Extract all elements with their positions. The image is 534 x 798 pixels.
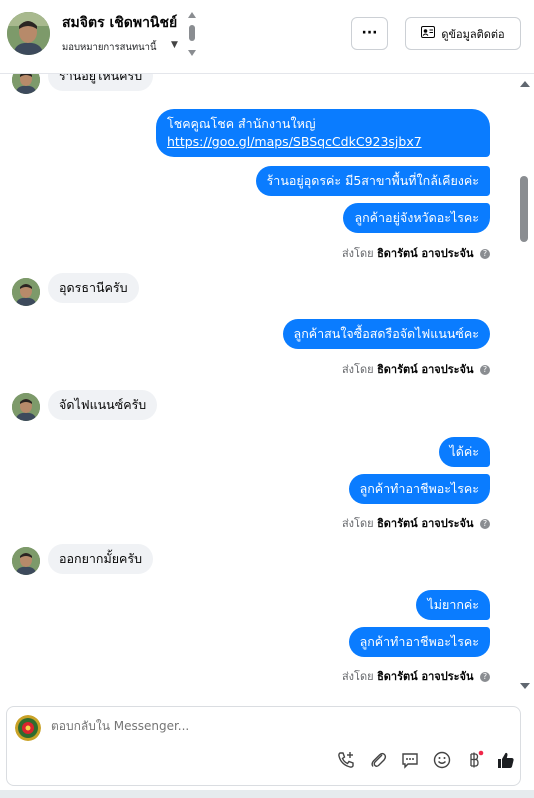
scroll-up-icon[interactable] (188, 12, 196, 18)
outgoing-message[interactable]: ลูกค้าทำอาชีพอะไรคะ (348, 627, 490, 657)
header-scrollbar[interactable] (188, 10, 198, 58)
composer-toolbar (327, 747, 517, 773)
customer-name[interactable]: สมจิตร เชิดพานิชย์ (62, 12, 177, 34)
outgoing-message[interactable]: ไม่ยากค่ะ (416, 590, 490, 620)
message-text: โชคคูณโชค สำนักงานใหญ่ (167, 116, 316, 131)
sent-by-agent: ธิดารัตน์ อาจประจัน (377, 247, 474, 260)
sent-by-label: ส่งโดย ธิดารัตน์ อาจประจัน ? (342, 514, 490, 532)
page-avatar (15, 715, 41, 741)
customer-avatar-small (12, 74, 40, 94)
baht-icon[interactable] (461, 747, 487, 773)
sent-by-label: ส่งโดย ธิดารัตน์ อาจประจัน ? (342, 244, 490, 262)
sent-by-prefix: ส่งโดย (341, 247, 374, 260)
like-icon[interactable] (493, 747, 519, 773)
info-icon[interactable]: ? (480, 365, 490, 375)
scroll-down-icon[interactable] (520, 683, 530, 689)
outgoing-message[interactable]: ลูกค้าสนใจซื้อสดรือจัดไฟแนนซ์คะ (282, 319, 490, 349)
scroll-up-icon[interactable] (520, 81, 530, 87)
incoming-message[interactable]: อุดรธานีครับ (48, 273, 139, 303)
map-link[interactable]: https://goo.gl/maps/SBSqcCdkC923sjbx7 (167, 133, 479, 151)
conversation-header: สมจิตร เชิดพานิชย์ มอบหมายการสนทนานี้ ▼ … (0, 0, 534, 74)
outgoing-message[interactable]: ลูกค้าทำอาชีพอะไรคะ (348, 474, 490, 504)
info-icon[interactable]: ? (480, 249, 490, 259)
outgoing-message[interactable]: ลูกค้าอยู่จังหวัดอะไรคะ (343, 203, 490, 233)
customer-avatar-small (12, 393, 40, 421)
sent-by-prefix: ส่งโดย (341, 517, 374, 530)
scroll-thumb[interactable] (520, 176, 528, 242)
incoming-message[interactable]: ร้านอยู่ไหนครับ (48, 74, 154, 91)
attachment-icon[interactable] (365, 747, 391, 773)
sent-by-agent: ธิดารัตน์ อาจประจัน (377, 670, 474, 683)
emoji-icon[interactable] (429, 747, 455, 773)
view-contact-label: ดูข้อมูลติดต่อ (441, 27, 505, 41)
customer-avatar-small (12, 278, 40, 306)
sent-by-label: ส่งโดย ธิดารัตน์ อาจประจัน ? (342, 667, 490, 685)
saved-reply-icon[interactable] (397, 747, 423, 773)
outgoing-message[interactable]: ได้ค่ะ (438, 437, 490, 467)
phone-plus-icon[interactable] (333, 747, 359, 773)
sent-by-prefix: ส่งโดย (341, 363, 374, 376)
incoming-message[interactable]: จัดไฟแนนซ์ครับ (48, 390, 158, 420)
bottom-border (0, 790, 534, 798)
more-options-button[interactable]: ··· (351, 17, 388, 50)
customer-avatar[interactable] (7, 12, 50, 55)
sent-by-label: ส่งโดย ธิดารัตน์ อาจประจัน ? (342, 360, 490, 378)
outgoing-message[interactable]: ร้านอยู่อุดรค่ะ มี5สาขาพื้นที่ใกล้เคียงค… (255, 166, 490, 196)
view-contact-button[interactable]: ดูข้อมูลติดต่อ (405, 17, 521, 50)
info-icon[interactable]: ? (480, 519, 490, 529)
assign-conversation[interactable]: มอบหมายการสนทนานี้ (62, 40, 157, 55)
message-thread[interactable]: ร้านอยู่ไหนครับ โชคคูณโชค สำนักงานใหญ่ h… (0, 74, 534, 698)
info-icon[interactable]: ? (480, 672, 490, 682)
outgoing-message[interactable]: โชคคูณโชค สำนักงานใหญ่ https://goo.gl/ma… (156, 109, 490, 157)
reply-composer (6, 706, 521, 786)
chevron-down-icon[interactable]: ▼ (171, 40, 178, 50)
contact-card-icon (421, 26, 436, 41)
incoming-message[interactable]: ออกยากมั้ยครับ (48, 544, 154, 574)
customer-avatar-small (12, 547, 40, 575)
scroll-down-icon[interactable] (188, 50, 196, 56)
scroll-thumb[interactable] (189, 25, 195, 41)
sent-by-agent: ธิดารัตน์ อาจประจัน (377, 363, 474, 376)
sent-by-prefix: ส่งโดย (341, 670, 374, 683)
reply-input[interactable] (51, 719, 351, 733)
thread-scrollbar[interactable] (516, 74, 534, 698)
sent-by-agent: ธิดารัตน์ อาจประจัน (377, 517, 474, 530)
